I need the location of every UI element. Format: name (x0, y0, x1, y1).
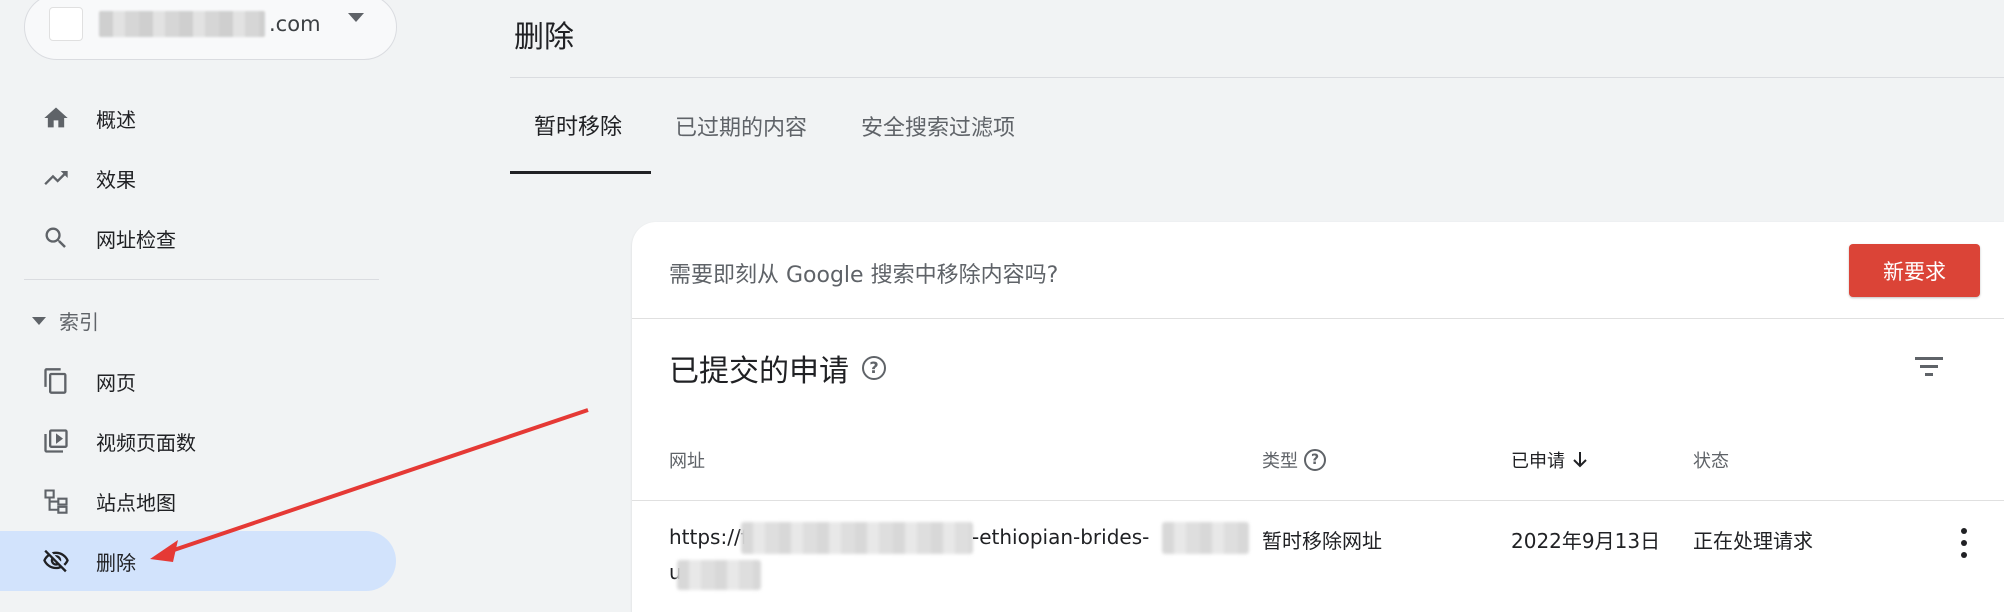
column-header-label: 网址 (669, 451, 705, 472)
sidebar-item-overview[interactable]: 概述 (0, 88, 396, 148)
pages-icon (44, 368, 67, 394)
sidebar-item-url-inspection[interactable]: 网址检查 (0, 208, 396, 268)
sidebar: .com 概述 效果 网址检查 索引 网页 视频页面数 站点地图 删除 (0, 0, 500, 599)
property-selector[interactable]: .com (24, 0, 397, 60)
tab-safesearch-filtering[interactable]: 安全搜索过滤项 (837, 78, 1039, 174)
property-domain-suffix: .com (269, 12, 321, 36)
tab-temporary-removals[interactable]: 暂时移除 (510, 78, 651, 174)
sidebar-item-label: 概述 (96, 107, 136, 132)
row-status: 正在处理请求 (1693, 529, 1813, 553)
sidebar-item-label: 视频页面数 (96, 430, 196, 455)
column-header-status: 状态 (1693, 447, 1729, 473)
table-header-divider (632, 500, 2004, 501)
table-row-url: https://f -ethiopian-brides- u (669, 518, 1249, 598)
video-pages-icon (44, 429, 68, 453)
caret-down-icon (32, 317, 46, 325)
column-header-type: 类型 ? (1262, 447, 1326, 473)
tab-outdated-content[interactable]: 已过期的内容 (651, 78, 831, 174)
column-header-requested[interactable]: 已申请 (1511, 447, 1589, 473)
sidebar-item-removals[interactable]: 删除 (0, 531, 396, 591)
property-favicon (49, 7, 83, 41)
sitemap-icon (44, 489, 68, 514)
home-icon (44, 107, 68, 128)
redacted-url-segment (1162, 522, 1249, 554)
trending-up-icon (44, 171, 68, 185)
eye-off-icon (43, 549, 69, 573)
help-icon[interactable]: ? (1304, 449, 1326, 471)
url-text-start: https://f (669, 525, 748, 549)
sidebar-item-video-pages[interactable]: 视频页面数 (0, 411, 396, 471)
sidebar-item-label: 效果 (96, 167, 136, 192)
sidebar-section-label: 索引 (59, 310, 99, 334)
removals-card: 需要即刻从 Google 搜索中移除内容吗? 新要求 已提交的申请 ? 网址 类… (632, 222, 2004, 612)
sidebar-item-performance[interactable]: 效果 (0, 148, 396, 208)
column-header-label: 状态 (1693, 451, 1729, 472)
help-icon[interactable]: ? (862, 356, 886, 380)
removal-prompt: 需要即刻从 Google 搜索中移除内容吗? (669, 263, 1059, 288)
sidebar-item-label: 网址检查 (96, 227, 176, 252)
column-header-label: 类型 (1262, 451, 1298, 472)
row-type: 暂时移除网址 (1262, 529, 1382, 553)
card-divider (632, 318, 2004, 319)
url-text-middle: -ethiopian-brides- (972, 525, 1150, 549)
redacted-domain (99, 11, 265, 37)
sidebar-item-label: 网页 (96, 370, 136, 395)
column-header-label: 已申请 (1511, 451, 1565, 472)
column-header-url: 网址 (669, 447, 705, 473)
chevron-down-icon (348, 13, 364, 22)
sidebar-item-label: 删除 (96, 550, 136, 575)
more-options-icon[interactable] (1958, 528, 1970, 558)
sidebar-section-index[interactable]: 索引 (0, 298, 396, 344)
filter-icon[interactable] (1912, 352, 1946, 380)
row-requested-date: 2022年9月13日 (1511, 529, 1661, 553)
submitted-requests-title: 已提交的申请 (669, 354, 849, 389)
arrow-down-icon (1573, 452, 1587, 468)
sidebar-item-label: 站点地图 (96, 490, 176, 515)
sidebar-divider (24, 279, 379, 280)
redacted-url-segment (741, 522, 973, 554)
search-icon (45, 227, 66, 248)
redacted-url-segment (677, 560, 761, 590)
sidebar-item-pages[interactable]: 网页 (0, 351, 396, 411)
new-request-button[interactable]: 新要求 (1849, 244, 1980, 297)
sidebar-item-sitemaps[interactable]: 站点地图 (0, 471, 396, 531)
page-title: 删除 (514, 20, 574, 55)
